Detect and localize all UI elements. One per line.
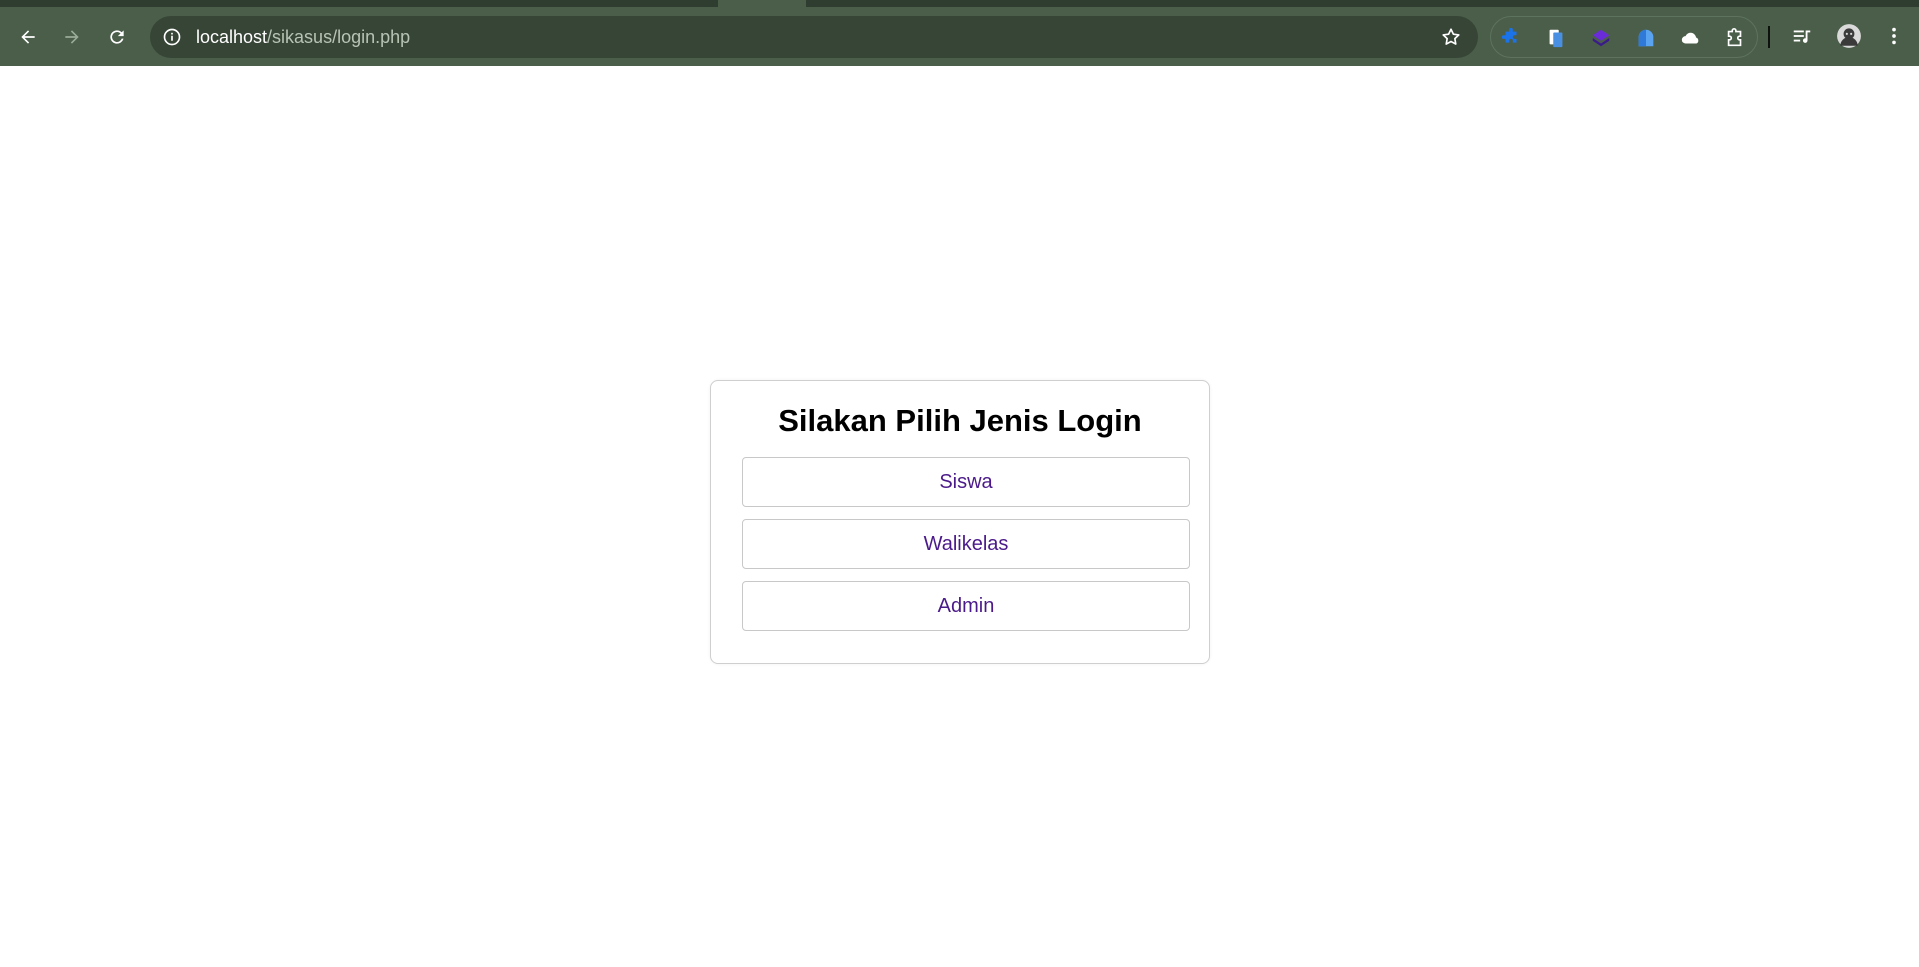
ghost-extension-icon [1638,29,1654,47]
cloud-extension-icon [1681,32,1699,44]
site-info-icon[interactable] [162,27,182,47]
back-button[interactable] [12,21,44,53]
active-tab[interactable] [718,0,806,7]
profile-avatar-icon [1837,24,1861,48]
url-path: /sikasus/login.php [267,27,411,47]
more-menu-button[interactable] [1879,21,1909,51]
reload-button[interactable] [101,21,133,53]
extensions-menu[interactable] [1723,26,1747,50]
login-siswa-button[interactable]: Siswa [742,457,1190,507]
url-host: localhost [196,27,268,47]
toolbar-divider [1768,26,1770,48]
browser-chrome: localhost/sikasus/login.php [0,0,1919,66]
media-queue-icon [1793,30,1811,43]
login-title: Silakan Pilih Jenis Login [778,403,1142,438]
bookmark-star-icon[interactable] [1440,26,1462,48]
extensions-menu-icon [1727,28,1742,47]
puzzle-extension-icon [1501,27,1517,43]
browser-toolbar: localhost/sikasus/login.php [0,7,1919,66]
forward-arrow-icon [65,30,79,44]
layers-extension[interactable] [1589,26,1613,50]
login-walikelas-button[interactable]: Walikelas [742,519,1190,569]
page-content: Silakan Pilih Jenis Login Siswa Walikela… [0,66,1919,967]
puzzle-extension[interactable] [1499,26,1523,50]
url-text[interactable]: localhost/sikasus/login.php [196,27,410,47]
tab-strip [0,0,1919,7]
document-extension[interactable] [1544,26,1568,50]
layers-extension-icon [1592,29,1610,47]
back-arrow-icon [21,30,35,44]
document-extension-icon [1549,29,1563,48]
address-bar[interactable]: localhost/sikasus/login.php [150,16,1478,58]
login-type-card: Silakan Pilih Jenis Login Siswa Walikela… [710,380,1210,664]
login-admin-button[interactable]: Admin [742,581,1190,631]
extensions-group [1490,16,1758,58]
more-menu-icon [1892,27,1896,45]
reload-icon [110,30,124,44]
profile-button[interactable] [1834,21,1864,51]
cloud-extension[interactable] [1679,26,1703,50]
ghost-extension[interactable] [1634,26,1658,50]
media-queue-button[interactable] [1787,21,1817,51]
forward-button[interactable] [56,21,88,53]
